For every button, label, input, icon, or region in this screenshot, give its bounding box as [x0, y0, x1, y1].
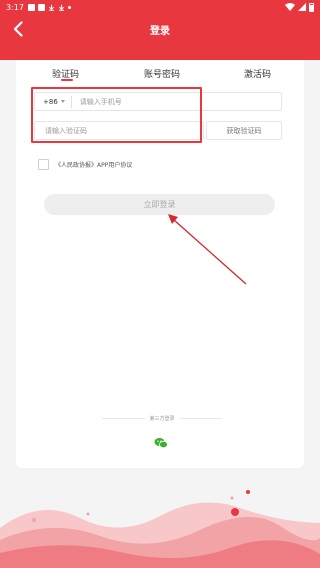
more-notifications-dot [67, 5, 71, 9]
notification-icons [27, 3, 71, 11]
get-code-button[interactable]: 获取验证码 [206, 121, 282, 140]
login-button[interactable]: 立即登录 [44, 194, 275, 215]
tab-account-password[interactable]: 账号密码 [144, 67, 180, 80]
bubble [246, 490, 250, 494]
annotation-highlight-box [31, 87, 202, 143]
bubble [230, 496, 234, 500]
divider-line [179, 418, 223, 419]
status-bar: 3:17 [0, 0, 320, 14]
wechat-login-button[interactable] [154, 434, 168, 449]
download-icon [59, 4, 64, 11]
active-tab-underline [61, 79, 73, 81]
third-party-label: 第三方登录 [149, 416, 175, 422]
page-title: 登录 [150, 26, 170, 37]
third-party-divider: 第三方登录 [102, 415, 223, 422]
bubble [86, 512, 90, 516]
app-notification-icon [37, 3, 45, 11]
wifi-icon [285, 3, 295, 11]
agreement-row: 《人民政协报》APP用户协议 [38, 159, 132, 170]
divider-line [102, 418, 145, 419]
status-time: 3:17 [6, 2, 24, 12]
image-notification-icon [27, 3, 35, 11]
download-icon [49, 4, 54, 11]
bubble [32, 518, 36, 522]
app-header: 3:17 登录 [0, 0, 320, 60]
agreement-checkbox[interactable] [38, 159, 49, 170]
wechat-icon [154, 438, 168, 449]
bubble [231, 508, 239, 516]
signal-icon [298, 3, 306, 11]
system-icons [285, 2, 314, 12]
battery-icon [309, 2, 314, 12]
decorative-waves [0, 490, 320, 568]
agreement-link[interactable]: 《人民政协报》APP用户协议 [55, 160, 132, 169]
tab-activation-code[interactable]: 激活码 [244, 67, 271, 80]
